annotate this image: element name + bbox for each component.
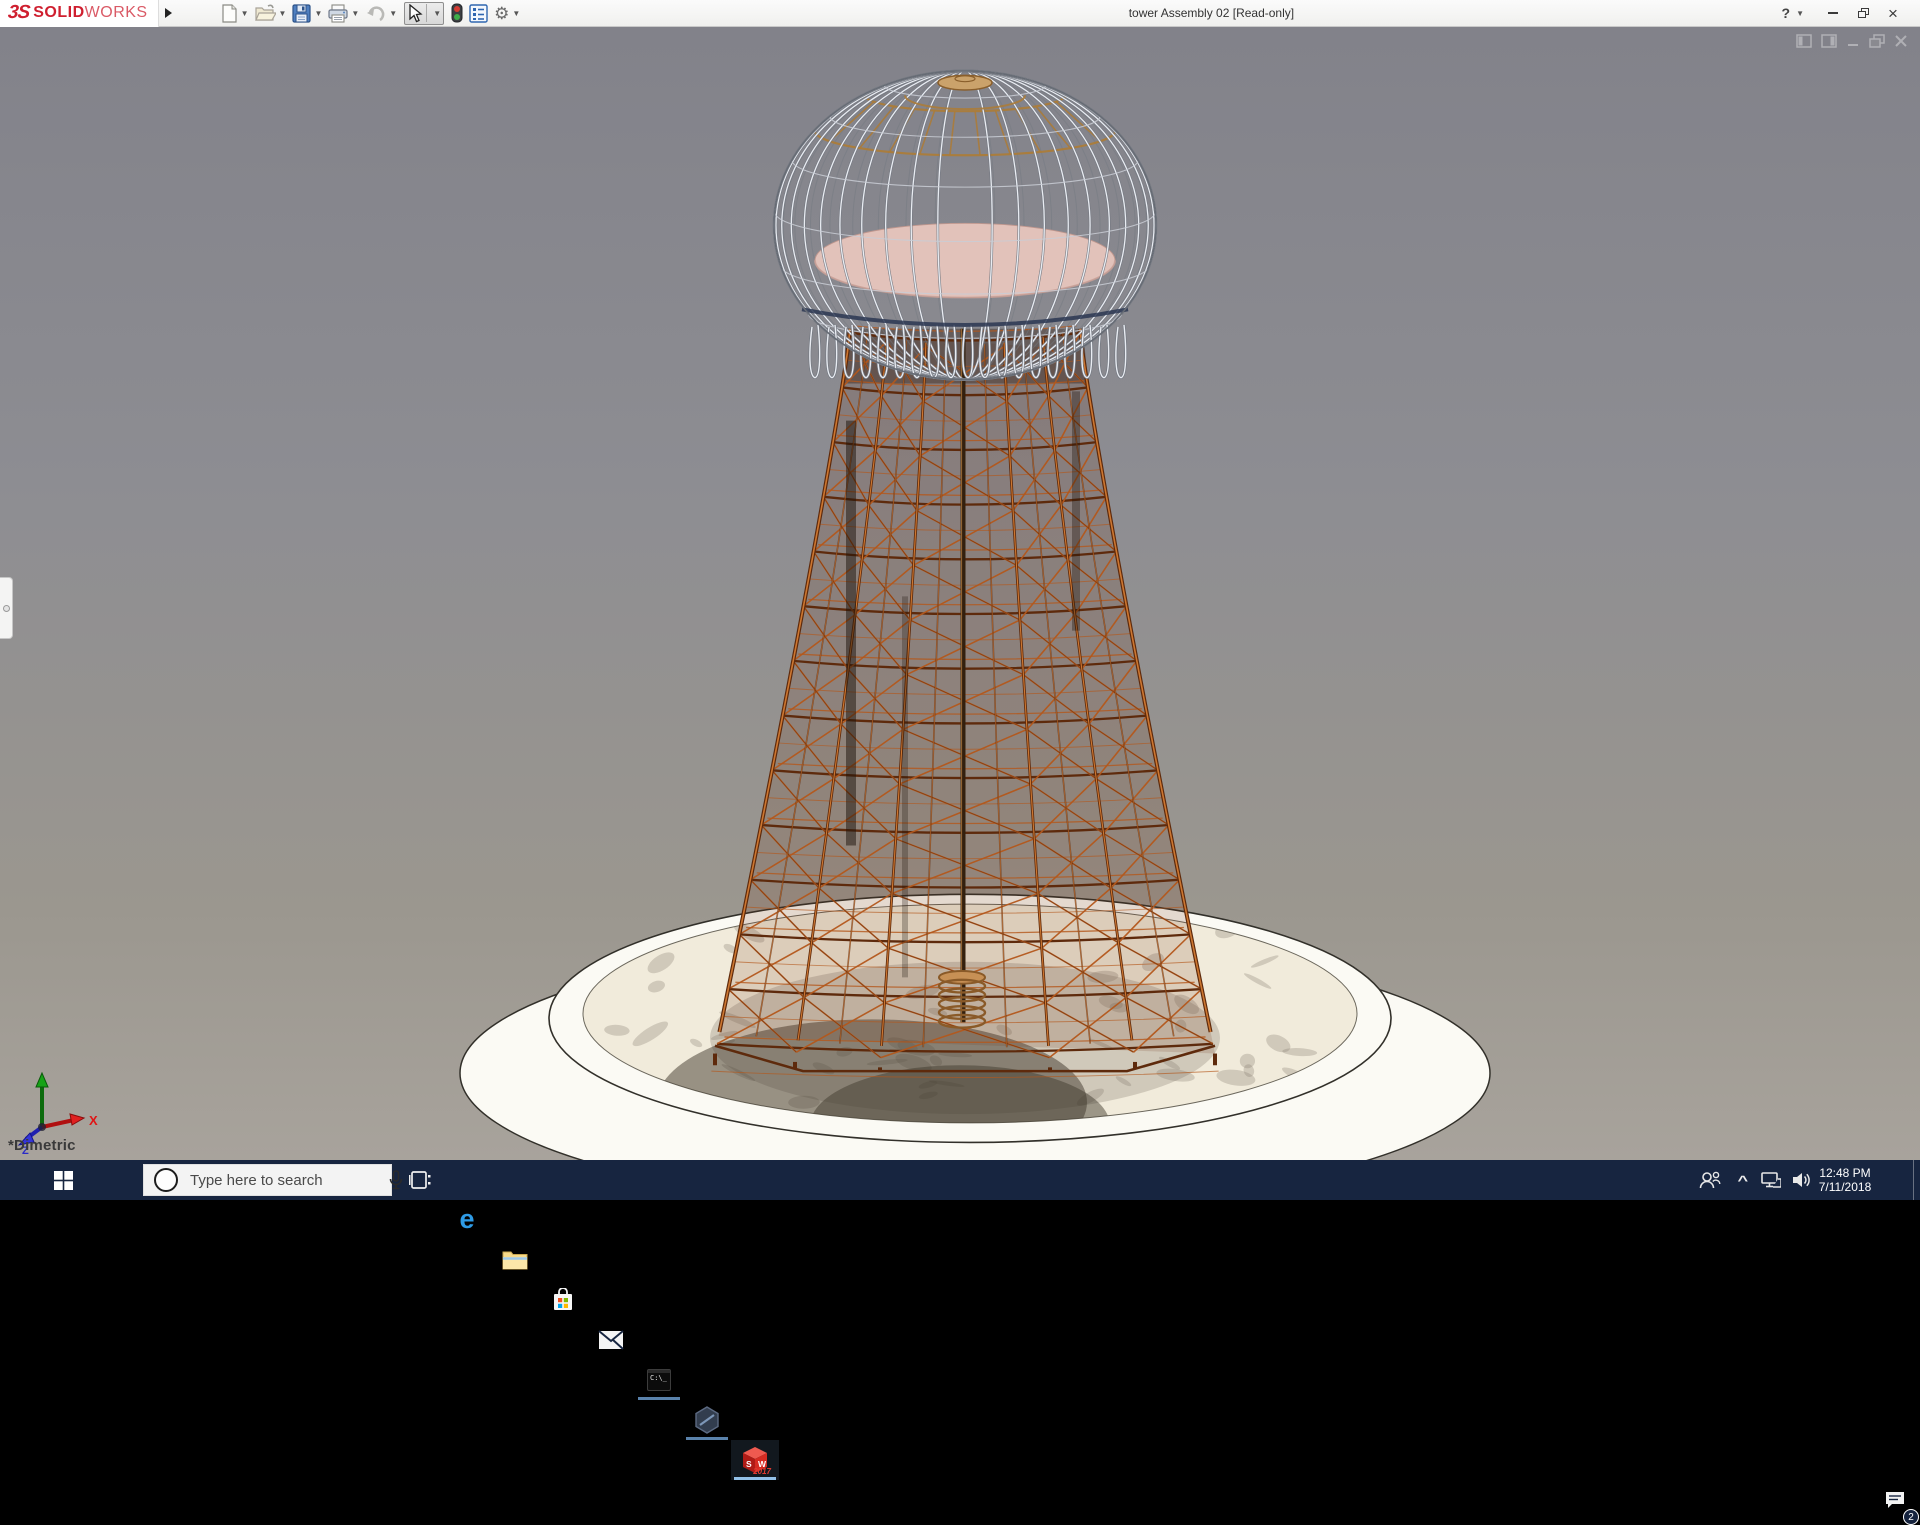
- command-prompt-icon: C:\_: [647, 1369, 671, 1391]
- rebuild-button[interactable]: [448, 1, 466, 25]
- file-properties-icon: [469, 4, 488, 23]
- gear-icon: ⚙: [494, 5, 509, 22]
- running-indicator: [734, 1477, 776, 1480]
- solidworks-logo: 3S SOLIDWORKS: [0, 0, 158, 27]
- cortana-icon: [154, 1168, 178, 1192]
- svg-text:S: S: [746, 1459, 752, 1469]
- windows-taskbar: e C:\_ SW 2017 ^ 12:48 PM 7/11/2018: [0, 1160, 1920, 1200]
- file-explorer-icon: [502, 1249, 528, 1271]
- start-button[interactable]: [40, 1160, 86, 1200]
- tray-overflow-button[interactable]: ^: [1730, 1160, 1756, 1200]
- restore-button[interactable]: [1850, 3, 1876, 23]
- print-button[interactable]: ▼: [325, 1, 362, 25]
- running-indicator: [686, 1437, 728, 1440]
- clock[interactable]: 12:48 PM 7/11/2018: [1816, 1160, 1874, 1200]
- window-title: tower Assembly 02 [Read-only]: [523, 6, 1779, 20]
- running-indicator: [638, 1397, 680, 1400]
- dropdown-caret[interactable]: ▼: [351, 9, 359, 18]
- tray-time: 12:48 PM: [1819, 1166, 1870, 1180]
- ds-logo-mark: 3S: [7, 2, 31, 24]
- task-view-icon: [409, 1170, 431, 1190]
- quick-access-toolbar: ▼ ▼ ▼ ▼ ▼ ▼ ⚙ ▼: [218, 1, 524, 25]
- app-hexagon[interactable]: [683, 1400, 731, 1440]
- select-cursor-icon: [407, 4, 423, 23]
- solidworks-2017-icon: SW 2017: [741, 1446, 769, 1474]
- dropdown-caret[interactable]: ▼: [241, 9, 249, 18]
- view-orientation-label: *Dimetric: [8, 1137, 76, 1154]
- notification-badge: 2: [1903, 1509, 1919, 1525]
- people-button[interactable]: [1692, 1160, 1728, 1200]
- dropdown-caret[interactable]: ▼: [389, 9, 397, 18]
- graphics-viewport[interactable]: X Z *Dimetric: [0, 27, 1920, 1160]
- minimize-icon: [1828, 12, 1838, 14]
- dropdown-caret[interactable]: ▼: [314, 9, 322, 18]
- notification-icon: [1884, 1490, 1906, 1510]
- select-tool-button[interactable]: ▼: [404, 2, 444, 25]
- save-button[interactable]: ▼: [289, 1, 325, 25]
- new-document-button[interactable]: ▼: [218, 1, 252, 25]
- titlebar: 3S SOLIDWORKS ▼ ▼ ▼ ▼ ▼ ▼: [0, 0, 1920, 27]
- task-view-button[interactable]: [396, 1160, 444, 1200]
- tray-date: 7/11/2018: [1819, 1180, 1872, 1194]
- splitter-dot-icon: [3, 605, 10, 612]
- store-icon: [551, 1288, 575, 1312]
- app-solidworks-2017[interactable]: SW 2017: [731, 1440, 779, 1480]
- network-icon: [1761, 1171, 1781, 1189]
- divider: [426, 4, 427, 22]
- file-properties-button[interactable]: [466, 1, 491, 25]
- app-command-prompt[interactable]: C:\_: [635, 1360, 683, 1400]
- app-file-explorer[interactable]: [491, 1240, 539, 1280]
- open-folder-icon: [255, 4, 276, 22]
- close-icon: ×: [1888, 5, 1898, 22]
- mail-envelope-icon: [598, 1330, 624, 1350]
- app-store[interactable]: [539, 1280, 587, 1320]
- new-document-icon: [221, 4, 238, 23]
- print-icon: [328, 4, 348, 23]
- doc-restore-icon[interactable]: [1869, 34, 1885, 48]
- people-icon: [1699, 1171, 1721, 1189]
- app-mail[interactable]: [587, 1320, 635, 1360]
- pane-right-icon[interactable]: [1821, 34, 1837, 48]
- sw-year-label: 2017: [753, 1467, 771, 1476]
- action-center-button[interactable]: 2: [1878, 1480, 1912, 1520]
- document-window-controls: [1796, 34, 1908, 48]
- speaker-icon: [1791, 1171, 1811, 1189]
- open-button[interactable]: ▼: [252, 1, 290, 25]
- flyout-arrow-icon: [165, 8, 172, 18]
- doc-minimize-icon[interactable]: [1846, 34, 1860, 48]
- triad-x-label: X: [89, 1113, 98, 1128]
- undo-button[interactable]: ▼: [362, 1, 400, 25]
- window-controls: ? ▼ ×: [1780, 3, 1920, 23]
- dropdown-caret[interactable]: ▼: [433, 9, 441, 18]
- save-floppy-icon: [292, 4, 311, 23]
- windows-logo-icon: [54, 1171, 73, 1190]
- help-button[interactable]: ?: [1780, 5, 1793, 21]
- search-input[interactable]: [178, 1172, 389, 1189]
- menu-flyout-button[interactable]: [158, 0, 178, 27]
- close-button[interactable]: ×: [1880, 3, 1906, 23]
- traffic-light-icon: [451, 3, 463, 23]
- undo-arrow-icon: [365, 5, 386, 22]
- doc-close-icon[interactable]: [1894, 34, 1908, 48]
- network-tray-button[interactable]: [1756, 1160, 1786, 1200]
- restore-icon: [1858, 8, 1869, 18]
- taskbar-search-box[interactable]: [143, 1164, 392, 1196]
- options-button[interactable]: ⚙ ▼: [491, 1, 523, 25]
- minimize-button[interactable]: [1820, 3, 1846, 23]
- tower-3d-model[interactable]: [0, 27, 1920, 1160]
- dropdown-caret[interactable]: ▼: [279, 9, 287, 18]
- pane-left-icon[interactable]: [1796, 34, 1812, 48]
- hexagon-app-icon: [694, 1406, 720, 1434]
- chevron-up-icon: ^: [1738, 1173, 1749, 1188]
- feature-panel-splitter-tab[interactable]: [0, 577, 13, 639]
- help-dropdown-caret[interactable]: ▼: [1796, 9, 1804, 18]
- app-edge[interactable]: e: [443, 1200, 491, 1240]
- dropdown-caret[interactable]: ▼: [512, 9, 520, 18]
- edge-icon: e: [459, 1206, 474, 1233]
- show-desktop-button[interactable]: [1913, 1160, 1920, 1200]
- volume-tray-button[interactable]: [1786, 1160, 1816, 1200]
- brand-solid: SOLID: [33, 4, 84, 22]
- brand-works: WORKS: [85, 4, 148, 22]
